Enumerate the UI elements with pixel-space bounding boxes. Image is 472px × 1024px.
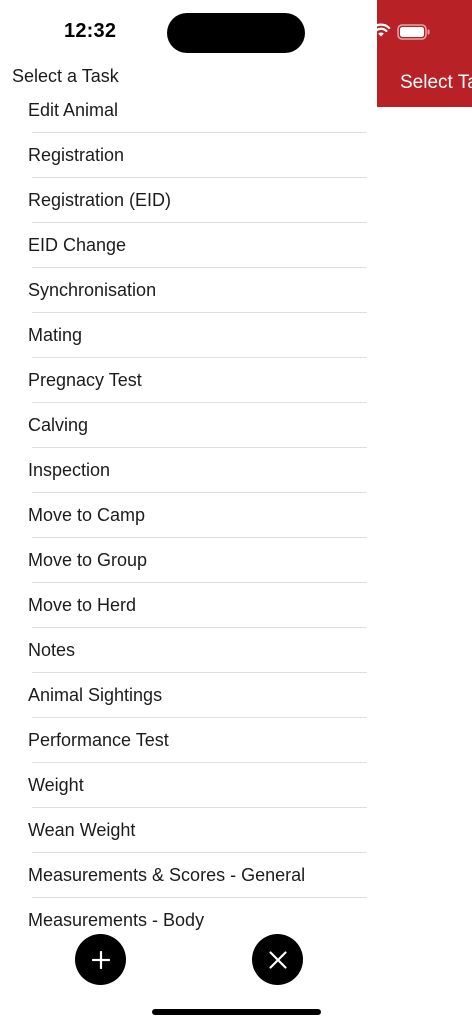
background-header-title: Select Task [400,72,472,93]
task-item-move-to-camp[interactable]: Move to Camp [0,493,377,538]
task-item-registration-eid[interactable]: Registration (EID) [0,178,377,223]
task-item-weight[interactable]: Weight [0,763,377,808]
task-item-registration[interactable]: Registration [0,133,377,178]
task-item-synchronisation[interactable]: Synchronisation [0,268,377,313]
task-item-move-to-group[interactable]: Move to Group [0,538,377,583]
dynamic-island [167,13,305,53]
plus-icon [91,950,110,969]
task-item-move-to-herd[interactable]: Move to Herd [0,583,377,628]
sheet-title: Select a Task [12,66,119,86]
task-item-edit-animal[interactable]: Edit Animal [0,88,377,133]
battery-icon [397,24,430,40]
task-item-notes[interactable]: Notes [0,628,377,673]
close-icon [268,950,287,969]
task-list[interactable]: Edit Animal Registration Registration (E… [0,88,377,933]
task-item-performance-test[interactable]: Performance Test [0,718,377,763]
home-indicator[interactable] [152,1009,321,1015]
task-item-measurements-scores-general[interactable]: Measurements & Scores - General [0,853,377,898]
task-item-animal-sightings[interactable]: Animal Sightings [0,673,377,718]
task-item-inspection[interactable]: Inspection [0,448,377,493]
wifi-icon [377,23,391,37]
task-item-eid-change[interactable]: EID Change [0,223,377,268]
task-item-calving[interactable]: Calving [0,403,377,448]
status-time: 12:32 [64,20,117,42]
close-button[interactable] [252,934,303,985]
task-item-pregnacy-test[interactable]: Pregnacy Test [0,358,377,403]
task-item-mating[interactable]: Mating [0,313,377,358]
task-item-measurements-body[interactable]: Measurements - Body [0,898,377,933]
add-button[interactable] [75,934,126,985]
task-selection-screen: Select Task 12:32 Select a Task Edit Ani… [0,0,472,1024]
task-item-wean-weight[interactable]: Wean Weight [0,808,377,853]
background-header: Select Task [377,0,472,107]
